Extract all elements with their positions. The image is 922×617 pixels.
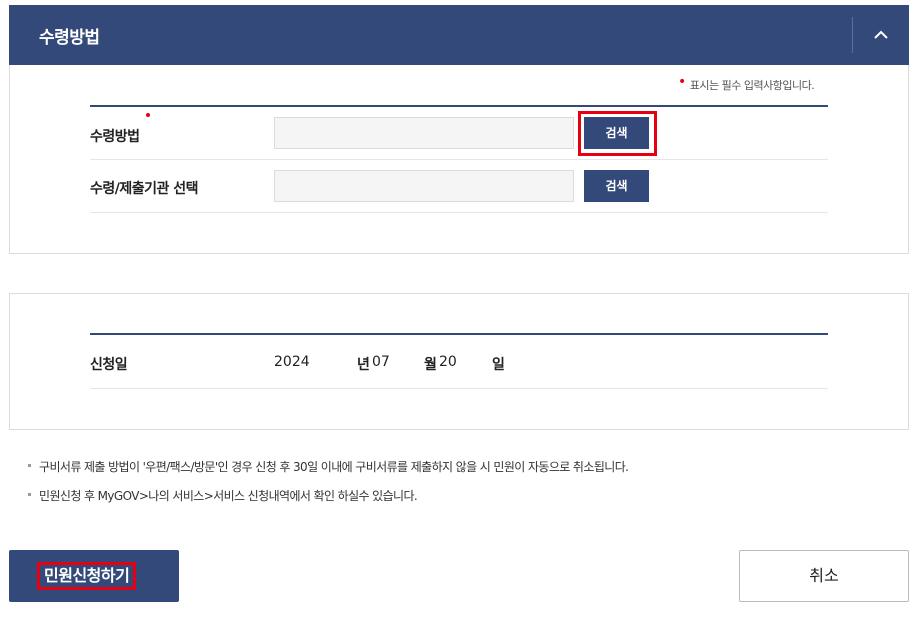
note-item: 구비서류 제출 방법이 '우편/팩스/방문'인 경우 신청 후 30일 이내에 … <box>28 458 629 475</box>
row-divider <box>90 388 828 389</box>
agency-select-input[interactable] <box>274 170 574 202</box>
date-year: 2024 <box>274 354 310 370</box>
submit-application-label: 민원신청하기 <box>37 562 137 590</box>
bullet-icon <box>28 464 31 467</box>
search-button-highlight <box>578 111 657 156</box>
date-year-unit: 년 <box>357 357 370 373</box>
date-day-unit: 일 <box>492 357 505 373</box>
date-top-border <box>90 333 828 335</box>
receipt-method-input[interactable] <box>274 117 574 149</box>
bullet-icon <box>28 493 31 496</box>
note-item: 민원신청 후 MyGOV>나의 서비스>서비스 신청내역에서 확인 하실수 있습… <box>28 487 418 504</box>
row-divider <box>90 212 828 213</box>
receipt-method-label: 수령방법 <box>90 129 140 145</box>
required-notice-text: 표시는 필수 입력사항입니다. <box>689 79 815 92</box>
submit-application-button[interactable]: 민원신청하기 <box>9 550 179 602</box>
collapse-button[interactable] <box>853 5 909 65</box>
note-text: 민원신청 후 MyGOV>나의 서비스>서비스 신청내역에서 확인 하실수 있습… <box>39 489 418 503</box>
agency-select-label: 수령/제출기관 선택 <box>90 181 199 197</box>
section-header: 수령방법 <box>9 5 909 65</box>
row-divider <box>90 159 828 160</box>
cancel-button[interactable]: 취소 <box>739 550 909 602</box>
application-date-section <box>9 293 909 430</box>
required-dot-icon: • <box>678 74 686 90</box>
form-top-border <box>90 105 828 107</box>
application-date-label: 신청일 <box>90 357 128 373</box>
section-title: 수령방법 <box>39 28 100 48</box>
note-text: 구비서류 제출 방법이 '우편/팩스/방문'인 경우 신청 후 30일 이내에 … <box>39 460 629 474</box>
date-month: 07 <box>372 354 390 370</box>
required-dot-icon <box>146 113 150 117</box>
required-notice: • 표시는 필수 입력사항입니다. <box>678 74 815 93</box>
chevron-up-icon <box>874 30 888 39</box>
agency-search-button[interactable]: 검색 <box>584 170 649 202</box>
date-month-unit: 월 <box>424 357 437 373</box>
date-day: 20 <box>439 354 457 370</box>
